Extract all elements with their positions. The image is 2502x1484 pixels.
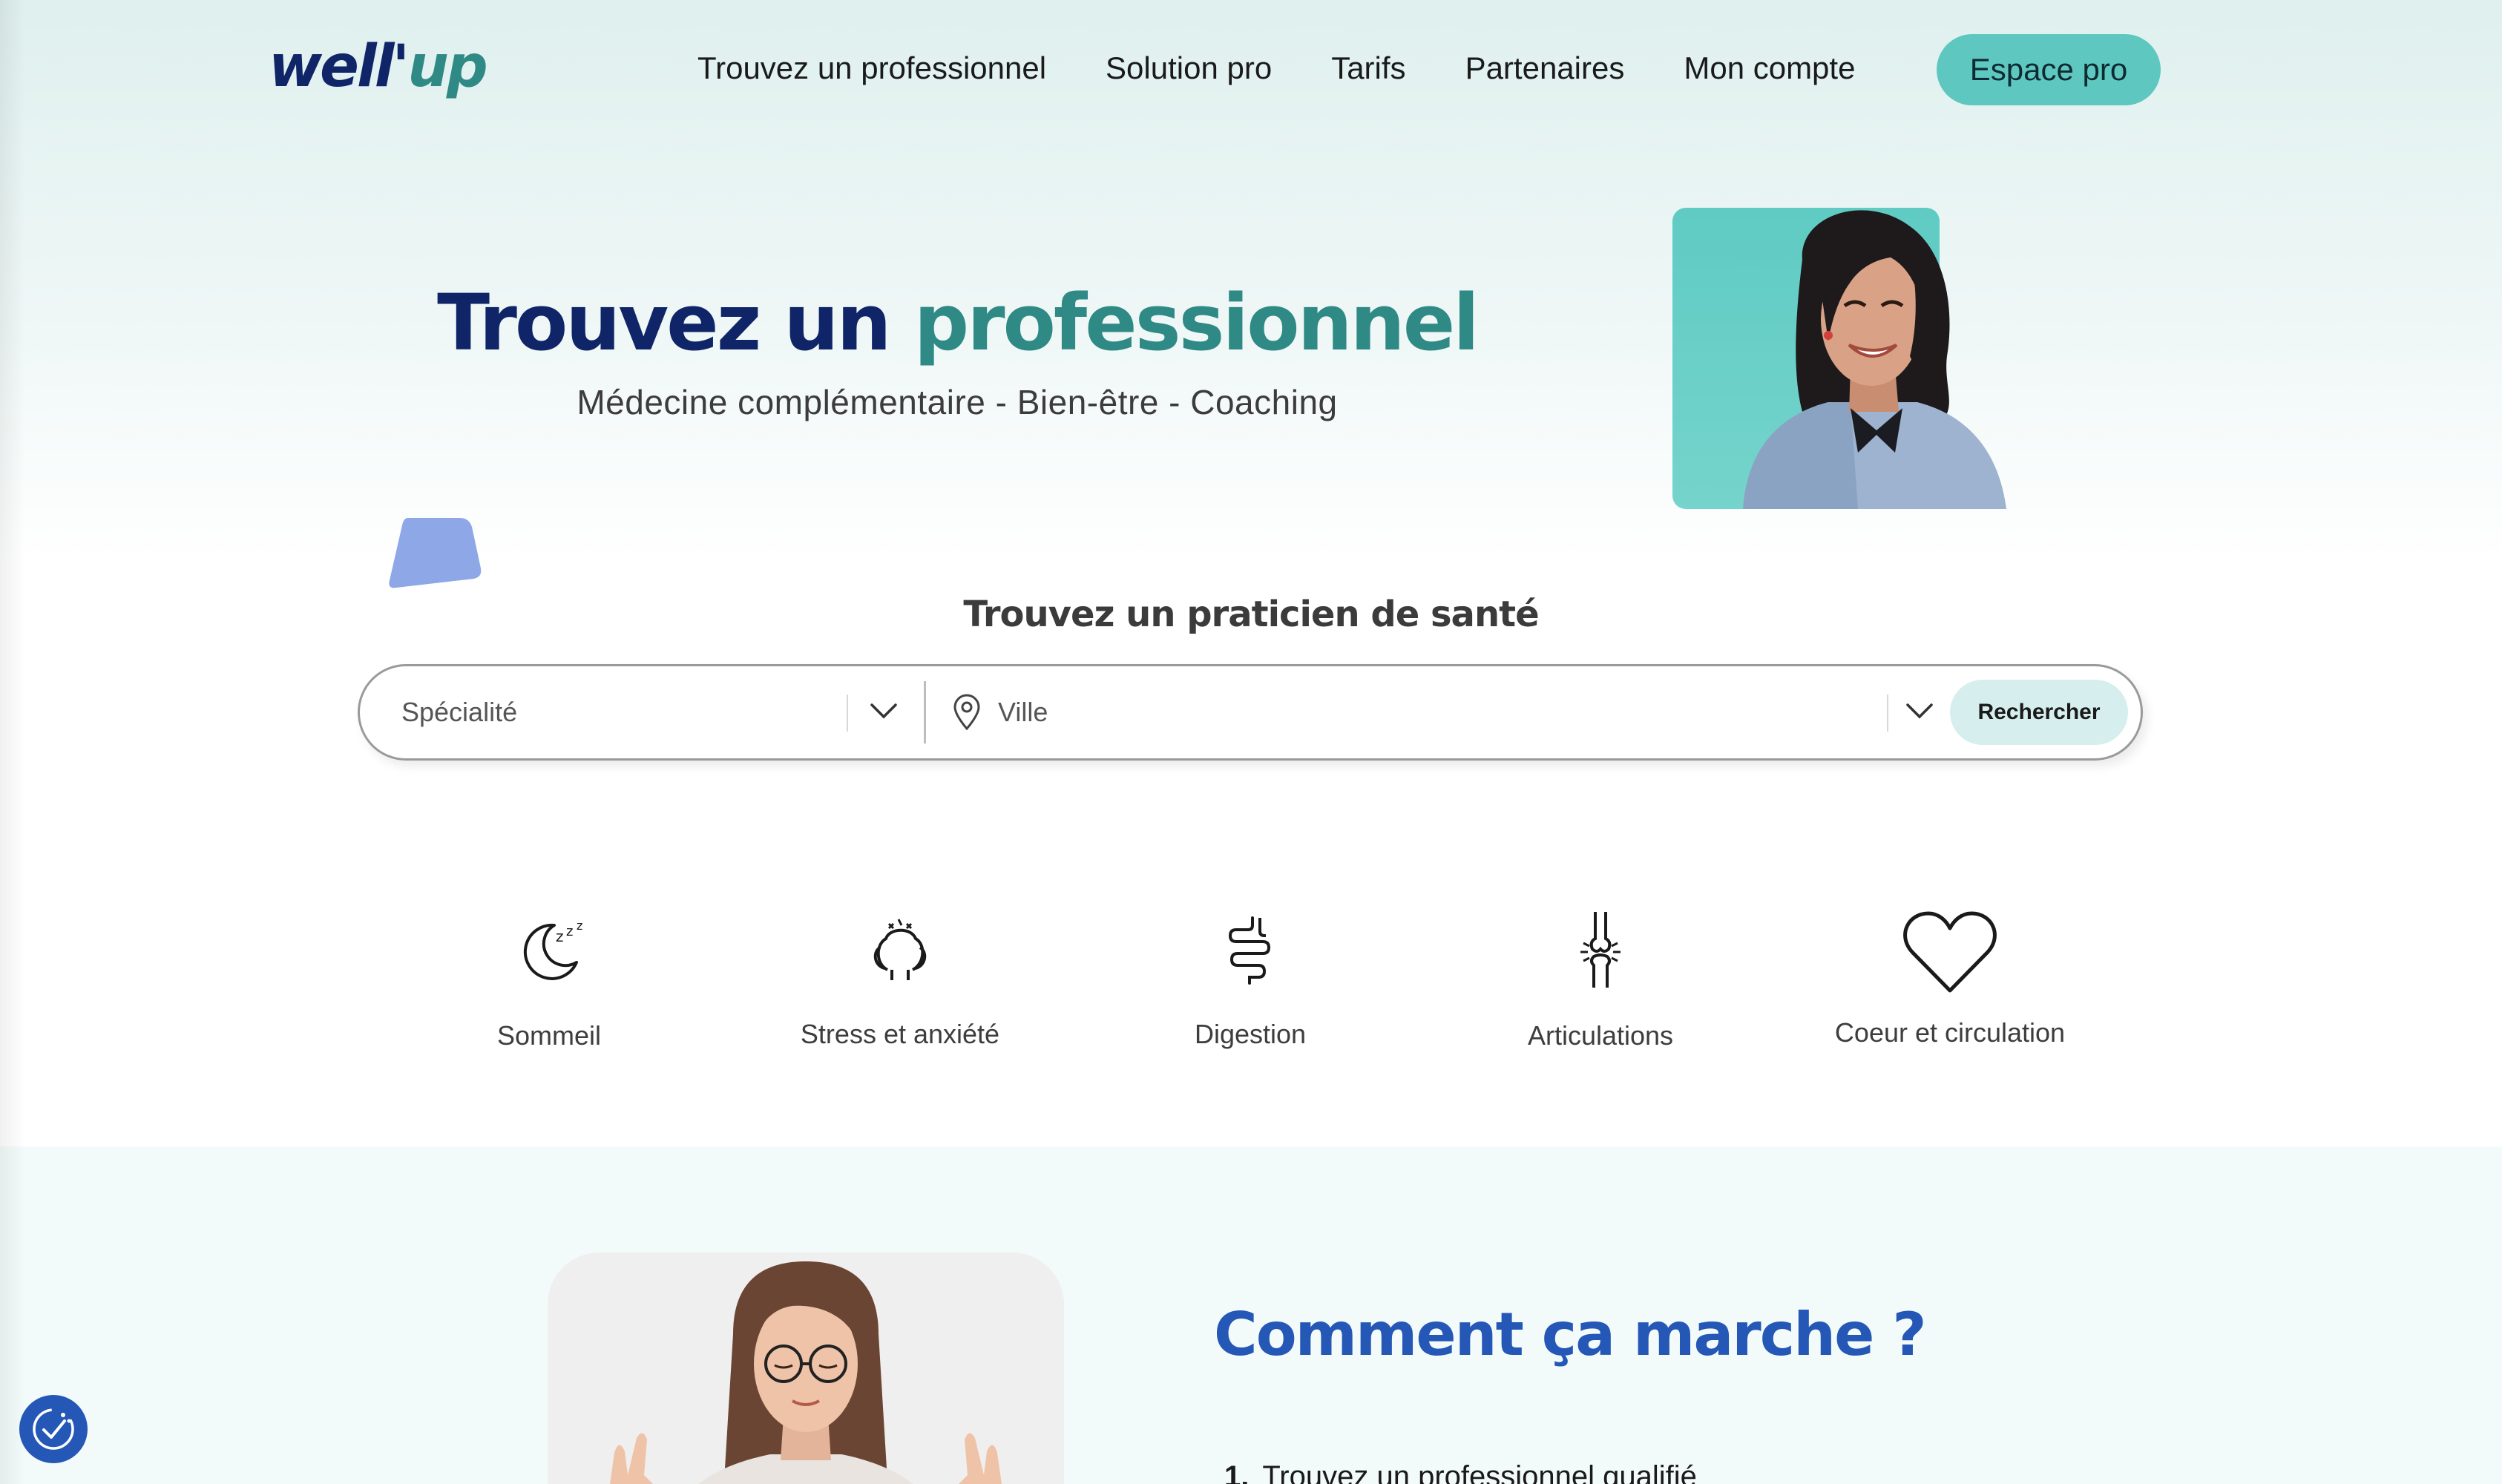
location-pin-icon <box>953 694 980 731</box>
logo-text-accent: up <box>407 33 487 100</box>
nav-item-mon-compte[interactable]: Mon compte <box>1684 50 1855 86</box>
search-title: Trouvez un praticien de santé <box>963 594 1539 635</box>
search-button[interactable]: Rechercher <box>1950 680 2128 745</box>
hero-title-part1: Trouvez un <box>437 278 914 368</box>
hero-title: Trouvez un professionnel <box>0 275 1914 371</box>
meditation-photo <box>548 1252 1064 1484</box>
chevron-down-icon[interactable] <box>1897 689 1942 733</box>
heart-icon <box>1903 911 1997 993</box>
step-number: 1. <box>1224 1460 1250 1484</box>
hero-title-accent: professionnel <box>913 278 1480 368</box>
category-sommeil[interactable]: z z z Sommeil <box>393 909 705 1051</box>
category-coeur[interactable]: Coeur et circulation <box>1794 909 2106 1048</box>
nav-item-partenaires[interactable]: Partenaires <box>1465 50 1625 86</box>
divider <box>924 681 926 743</box>
intestine-icon <box>1228 916 1271 985</box>
consent-settings-button[interactable] <box>19 1395 88 1463</box>
nav-item-solution-pro[interactable]: Solution pro <box>1106 50 1272 86</box>
espace-pro-button[interactable]: Espace pro <box>1937 34 2161 105</box>
search-bar: Spécialité Ville Rechercher <box>358 664 2143 761</box>
chevron-down-icon[interactable] <box>861 689 906 733</box>
hero-practitioner-photo <box>1672 208 2006 509</box>
svg-text:z: z <box>556 928 564 945</box>
main-nav: Trouvez un professionnel Solution pro Ta… <box>697 39 1914 98</box>
stress-head-icon <box>873 919 927 980</box>
category-stress[interactable]: Stress et anxiété <box>744 909 1056 1050</box>
check-badge-icon <box>33 1408 74 1450</box>
category-label: Digestion <box>1194 1019 1307 1049</box>
category-label: Articulations <box>1527 1020 1674 1051</box>
nav-item-tarifs[interactable]: Tarifs <box>1331 50 1405 86</box>
svg-text:z: z <box>566 924 573 939</box>
category-label: Stress et anxiété <box>800 1019 1000 1049</box>
category-label: Coeur et circulation <box>1834 1017 2066 1048</box>
category-digestion[interactable]: Digestion <box>1094 909 1406 1050</box>
how-it-works-title: Comment ça marche ? <box>1214 1300 1927 1369</box>
svg-text:z: z <box>577 919 582 933</box>
left-edge-shadow <box>0 0 25 1484</box>
decorative-shape <box>389 518 482 588</box>
category-label: Sommeil <box>496 1020 602 1051</box>
logo[interactable]: well'up <box>269 30 488 104</box>
divider <box>847 695 848 732</box>
moon-sleep-icon: z z z <box>523 919 582 980</box>
divider <box>1887 695 1888 732</box>
nav-item-trouvez[interactable]: Trouvez un professionnel <box>697 50 1046 86</box>
page: well'up Trouvez un professionnel Solutio… <box>0 0 2502 1484</box>
hero-subtitle: Médecine complémentaire - Bien-être - Co… <box>577 383 1338 421</box>
specialite-select[interactable]: Spécialité <box>401 666 817 758</box>
joint-icon <box>1580 912 1621 988</box>
step-text: Trouvez un professionnel qualifié <box>1262 1460 1697 1484</box>
logo-text: well' <box>269 33 410 100</box>
category-articulations[interactable]: Articulations <box>1445 909 1756 1051</box>
step-1: 1. Trouvez un professionnel qualifié <box>1224 1460 1697 1484</box>
